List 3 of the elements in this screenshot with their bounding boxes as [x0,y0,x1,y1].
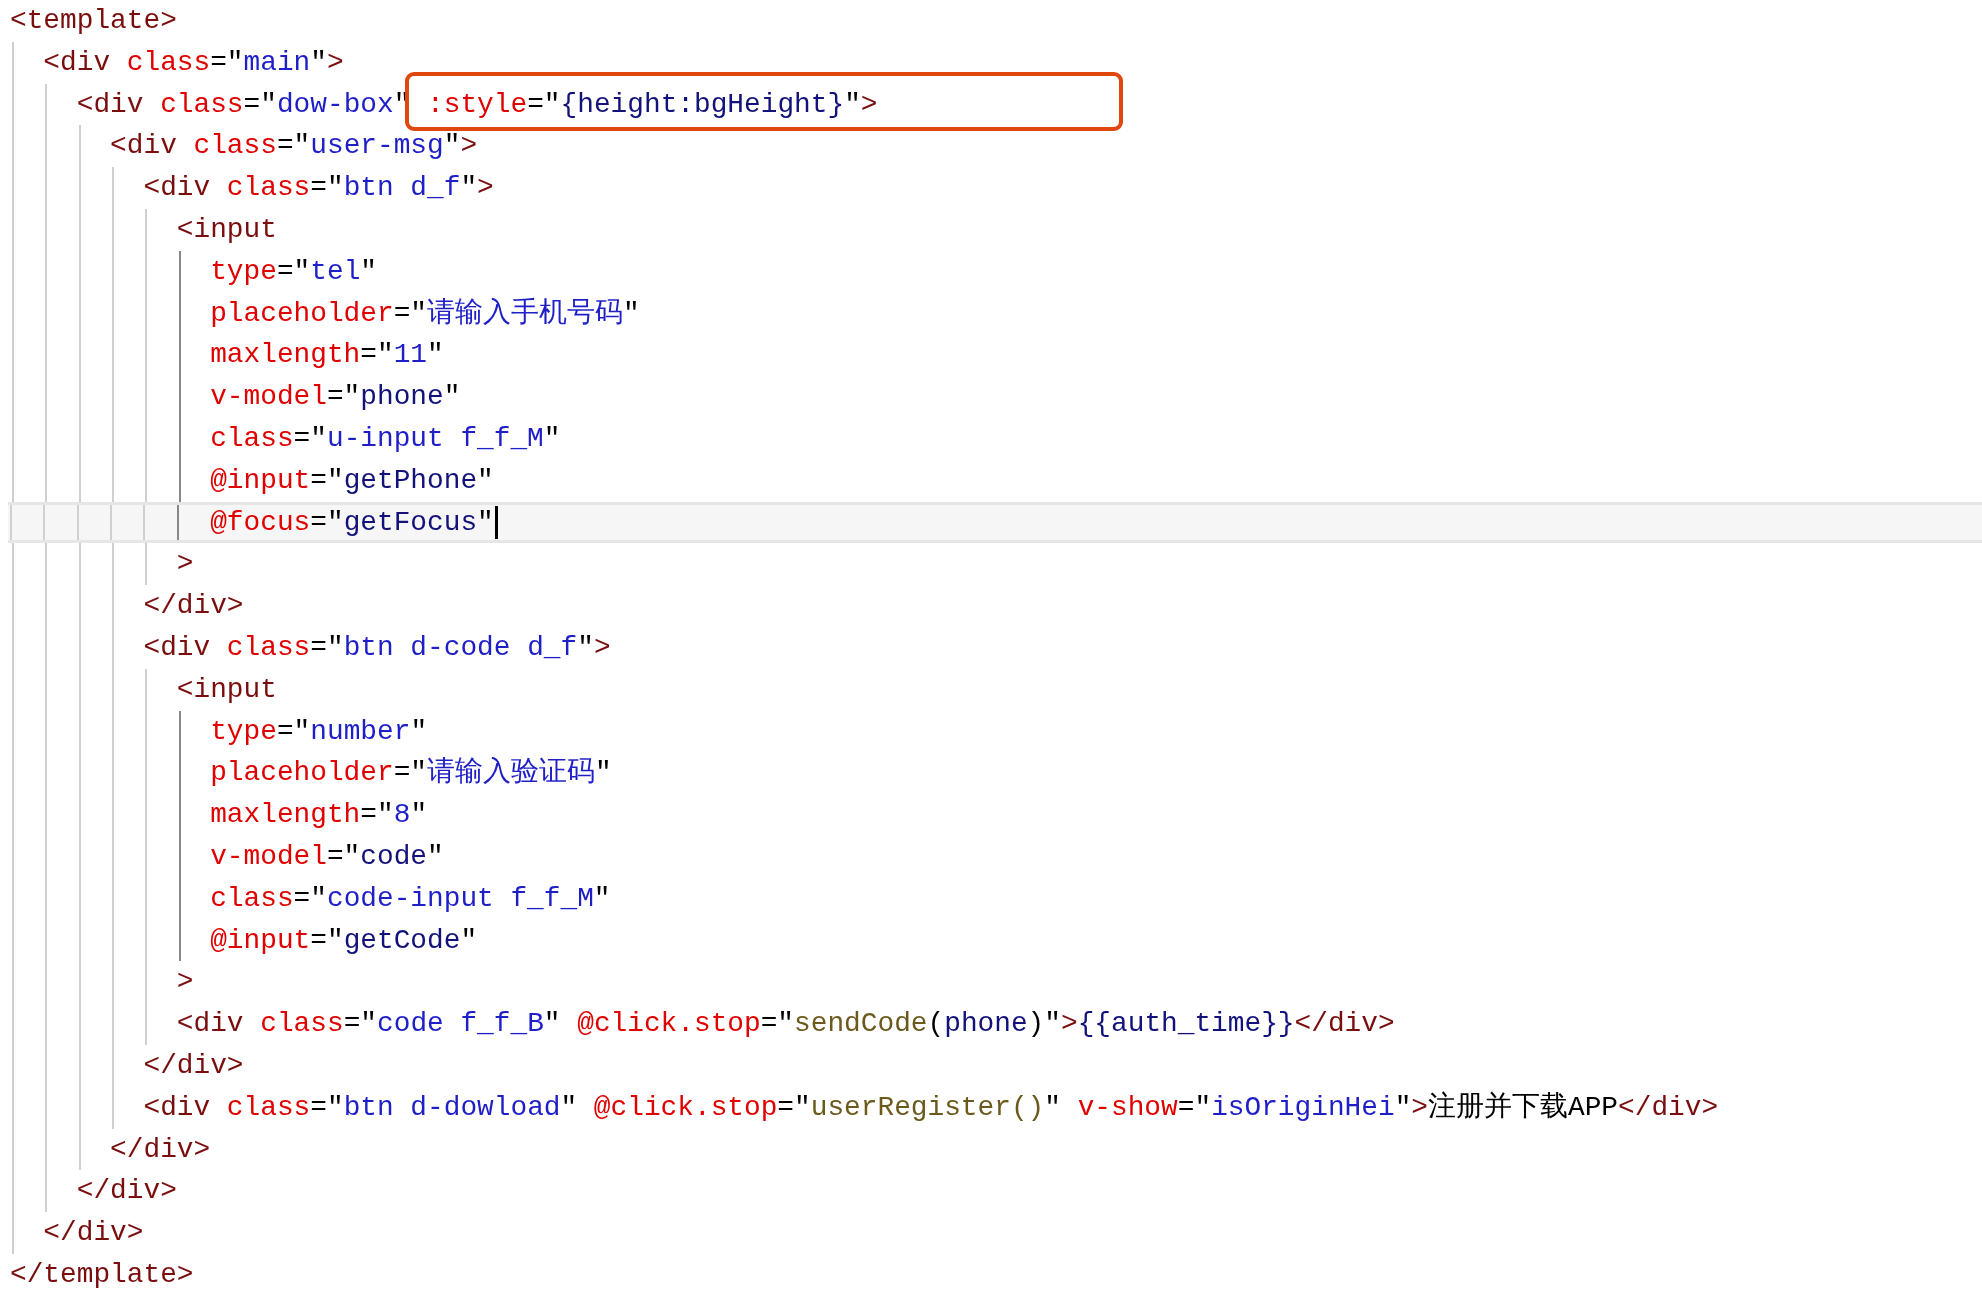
text-cursor [494,505,498,540]
code-line: <template> [10,4,178,38]
code-line: </template> [10,1257,195,1292]
